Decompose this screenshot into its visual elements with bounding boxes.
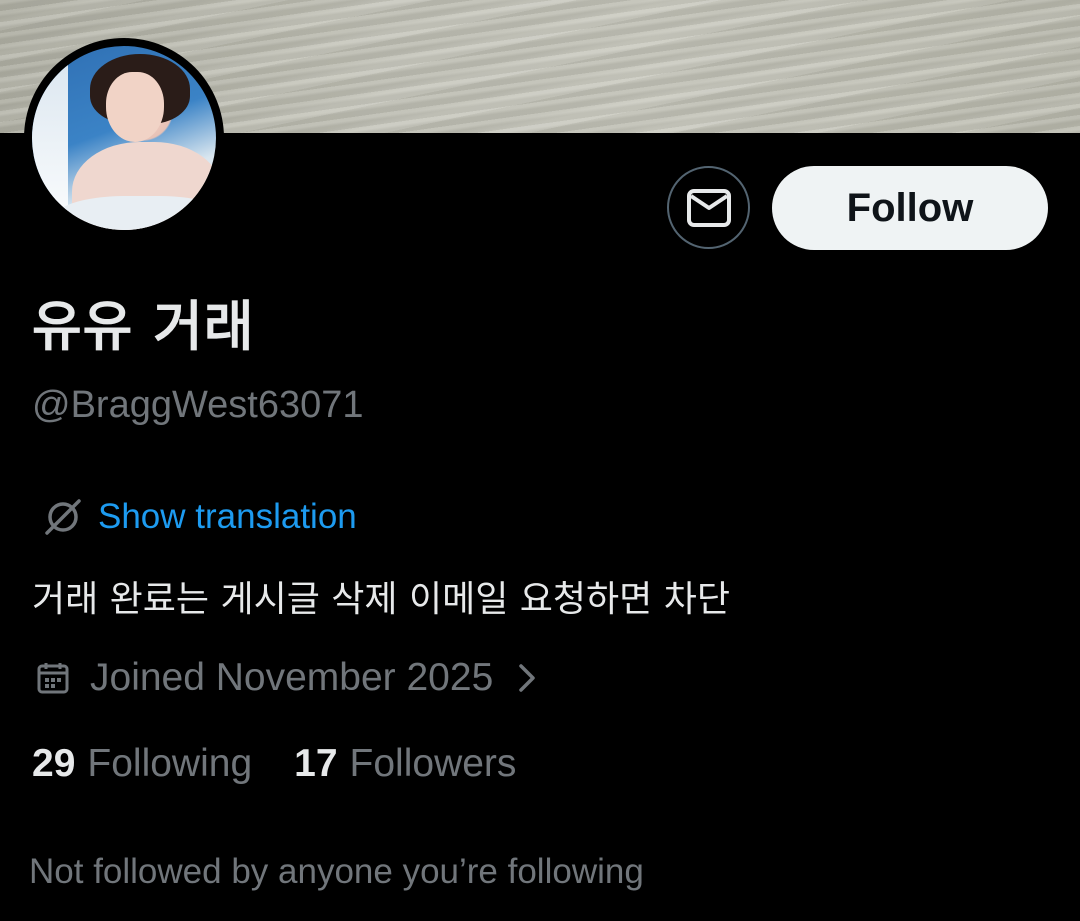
followers-label: Followers — [349, 742, 517, 785]
chevron-right-icon — [517, 662, 537, 694]
mutual-followers-note: Not followed by anyone you’re following — [29, 852, 644, 891]
calendar-icon — [37, 663, 69, 694]
handle: @BraggWest63071 — [32, 384, 364, 426]
show-translation-label: Show translation — [98, 497, 357, 536]
display-name: 유유 거래 — [32, 295, 255, 358]
avatar-image — [32, 46, 216, 230]
followers-count: 17 — [294, 742, 338, 785]
message-button[interactable] — [667, 166, 750, 249]
followers-link[interactable]: 17 Followers — [294, 742, 516, 786]
follow-stats: 29 Following 17 Followers — [32, 742, 558, 786]
following-label: Following — [87, 742, 253, 785]
bio: 거래 완료는 게시글 삭제 이메일 요청하면 차단 — [32, 579, 730, 620]
envelope-icon — [686, 188, 731, 227]
joined-date: Joined November 2025 — [90, 656, 494, 699]
following-link[interactable]: 29 Following — [32, 742, 252, 786]
follow-button[interactable]: Follow — [772, 166, 1048, 250]
joined-date-row[interactable]: Joined November 2025 — [36, 656, 537, 700]
following-count: 29 — [32, 742, 76, 785]
translate-icon — [45, 499, 81, 535]
show-translation-button[interactable]: Show translation — [44, 497, 357, 537]
avatar[interactable] — [24, 38, 224, 238]
